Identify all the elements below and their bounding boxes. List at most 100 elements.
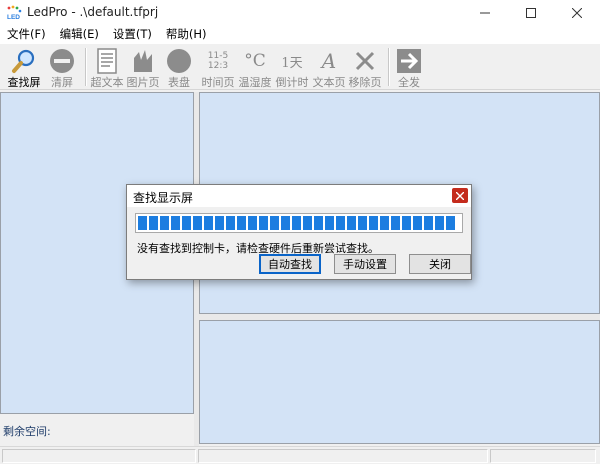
time-icon-clock: 12:3 bbox=[207, 61, 229, 71]
arrow-right-icon bbox=[395, 48, 423, 74]
dialog-close-text-button[interactable]: 关闭 bbox=[409, 254, 471, 274]
countdown-icon-text: 1天 bbox=[281, 55, 303, 71]
progress-block bbox=[237, 216, 246, 230]
progress-block bbox=[303, 216, 312, 230]
remove-page-label: 移除页 bbox=[348, 76, 382, 89]
progress-block bbox=[435, 216, 444, 230]
minimize-icon bbox=[480, 12, 490, 14]
picture-page-label: 图片页 bbox=[126, 76, 160, 89]
progress-fill bbox=[138, 216, 460, 230]
picture-icon bbox=[129, 48, 157, 74]
no-entry-icon bbox=[48, 48, 76, 74]
progress-block bbox=[347, 216, 356, 230]
document-icon bbox=[93, 48, 121, 74]
progress-block bbox=[336, 216, 345, 230]
temp-humidity-button[interactable]: °C 温湿度 bbox=[237, 46, 273, 89]
menu-help[interactable]: 帮助(H) bbox=[159, 26, 214, 44]
status-cell bbox=[490, 449, 596, 463]
svg-text:LED: LED bbox=[7, 14, 20, 21]
maximize-button[interactable] bbox=[508, 0, 554, 26]
status-cell bbox=[2, 449, 196, 463]
temp-icon-text: °C bbox=[244, 51, 266, 71]
remove-page-button[interactable]: 移除页 bbox=[347, 46, 383, 89]
toolbar: 查找屏 清屏 超文本 图片页 表盘 11-5 12:3 时间页 °C 温湿度 1… bbox=[0, 44, 600, 90]
progress-block bbox=[281, 216, 290, 230]
progress-block bbox=[402, 216, 411, 230]
find-screen-button[interactable]: 查找屏 bbox=[4, 46, 44, 89]
close-icon bbox=[572, 8, 582, 18]
ledpro-logo-icon: LED bbox=[7, 5, 22, 21]
text-icon-text: A bbox=[321, 49, 337, 73]
menu-bar: 文件(F) 编辑(E) 设置(T) 帮助(H) bbox=[0, 26, 600, 44]
picture-page-button[interactable]: 图片页 bbox=[125, 46, 161, 89]
manual-settings-button[interactable]: 手动设置 bbox=[334, 254, 396, 274]
dialog-title: 查找显示屏 bbox=[133, 191, 194, 205]
dial-label: 表盘 bbox=[168, 76, 190, 89]
progress-block bbox=[248, 216, 257, 230]
close-icon bbox=[456, 191, 464, 200]
search-progress-bar bbox=[135, 213, 463, 233]
x-remove-icon bbox=[351, 48, 379, 74]
find-screen-dialog: 查找显示屏 没有查找到控制卡，请检查硬件后重新尝试查找。 自动查找 手动设置 关… bbox=[126, 184, 472, 280]
magnifier-icon bbox=[10, 48, 38, 74]
progress-block bbox=[380, 216, 389, 230]
thermometer-icon: °C bbox=[241, 48, 269, 74]
time-icon-date: 11-5 bbox=[207, 51, 229, 61]
countdown-button[interactable]: 1天 倒计时 bbox=[274, 46, 310, 90]
dialog-title-bar: 查找显示屏 bbox=[127, 185, 471, 207]
auto-find-button[interactable]: 自动查找 bbox=[259, 254, 321, 274]
progress-block bbox=[325, 216, 334, 230]
progress-block bbox=[391, 216, 400, 230]
countdown-icon: 1天 bbox=[278, 48, 306, 74]
time-page-button[interactable]: 11-5 12:3 时间页 bbox=[199, 46, 237, 89]
progress-block bbox=[182, 216, 191, 230]
minimize-button[interactable] bbox=[462, 0, 508, 26]
remaining-space-label: 剩余空间: bbox=[3, 425, 51, 438]
progress-block bbox=[149, 216, 158, 230]
progress-block bbox=[160, 216, 169, 230]
time-page-label: 时间页 bbox=[201, 76, 235, 89]
temp-humidity-label: 温湿度 bbox=[238, 76, 272, 89]
super-text-button[interactable]: 超文本 bbox=[89, 46, 125, 89]
progress-block bbox=[292, 216, 301, 230]
clock-dial-icon bbox=[165, 48, 193, 74]
toolbar-separator bbox=[388, 48, 390, 86]
remaining-space-row: 剩余空间: bbox=[0, 414, 194, 444]
dial-button[interactable]: 表盘 bbox=[161, 46, 197, 89]
progress-block bbox=[413, 216, 422, 230]
time-icon: 11-5 12:3 bbox=[204, 48, 232, 74]
menu-edit[interactable]: 编辑(E) bbox=[53, 26, 106, 44]
letter-a-icon: A bbox=[315, 48, 343, 74]
progress-block bbox=[204, 216, 213, 230]
progress-block bbox=[226, 216, 235, 230]
progress-block bbox=[314, 216, 323, 230]
close-window-button[interactable] bbox=[554, 0, 600, 26]
progress-block bbox=[171, 216, 180, 230]
send-all-button[interactable]: 全发 bbox=[392, 46, 426, 89]
send-all-label: 全发 bbox=[398, 76, 420, 89]
progress-block bbox=[424, 216, 433, 230]
progress-block bbox=[446, 216, 455, 230]
status-cell bbox=[198, 449, 488, 463]
countdown-label: 倒计时 bbox=[275, 76, 309, 89]
dialog-close-button[interactable] bbox=[452, 188, 468, 203]
progress-block bbox=[259, 216, 268, 230]
text-page-button[interactable]: A 文本页 bbox=[311, 46, 347, 89]
text-page-label: 文本页 bbox=[312, 76, 346, 89]
progress-block bbox=[138, 216, 147, 230]
clear-screen-button[interactable]: 清屏 bbox=[44, 46, 80, 89]
properties-pane[interactable] bbox=[199, 320, 600, 444]
status-bar bbox=[0, 446, 600, 464]
find-screen-label: 查找屏 bbox=[7, 76, 41, 89]
menu-file[interactable]: 文件(F) bbox=[0, 26, 53, 44]
super-text-label: 超文本 bbox=[90, 76, 124, 89]
toolbar-separator bbox=[85, 48, 87, 86]
title-bar: LED LedPro - .\default.tfprj bbox=[0, 0, 600, 26]
progress-block bbox=[358, 216, 367, 230]
progress-block bbox=[270, 216, 279, 230]
progress-block bbox=[215, 216, 224, 230]
menu-settings[interactable]: 设置(T) bbox=[106, 26, 159, 44]
clear-screen-label: 清屏 bbox=[51, 76, 73, 89]
progress-block bbox=[193, 216, 202, 230]
progress-block bbox=[369, 216, 378, 230]
